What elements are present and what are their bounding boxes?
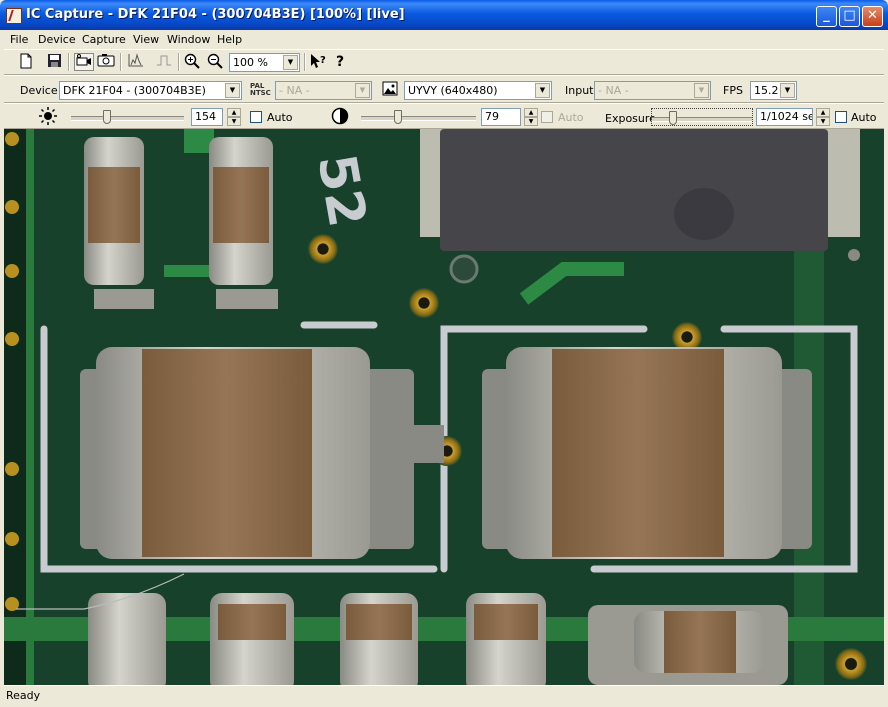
status-bar: Ready — [4, 685, 884, 704]
zoom-out-icon[interactable] — [205, 53, 225, 71]
contrast-auto-checkbox[interactable] — [541, 111, 553, 123]
menu-file[interactable]: File — [10, 33, 28, 46]
zoom-select[interactable]: 100 % ▼ — [229, 53, 300, 72]
brightness-value-field[interactable]: 154 — [191, 108, 223, 126]
menu-window[interactable]: Window — [167, 33, 210, 46]
menu-capture[interactable]: Capture — [82, 33, 126, 46]
video-norm-select[interactable]: - NA - ▼ — [275, 81, 372, 100]
video-format-value: UYVY (640x480) — [408, 84, 498, 97]
help-icon[interactable]: ? — [330, 53, 350, 71]
brightness-auto-checkbox[interactable] — [250, 111, 262, 123]
brightness-auto-label: Auto — [267, 111, 293, 124]
video-norm-value: - NA - — [279, 84, 310, 97]
maximize-button[interactable]: □ — [839, 6, 860, 27]
toolbar-separator — [178, 53, 180, 71]
zoom-in-icon[interactable] — [182, 53, 202, 71]
fps-label: FPS — [723, 84, 743, 97]
video-format-select[interactable]: UYVY (640x480) ▼ — [404, 81, 552, 100]
contrast-icon — [330, 107, 350, 125]
title-bar[interactable]: IC Capture - DFK 21F04 - (300704B3E) [10… — [0, 0, 888, 30]
brightness-slider[interactable] — [71, 108, 184, 126]
device-toolbar: Device DFK 21F04 - (300704B3E) ▼ PAL NTS… — [4, 75, 884, 103]
exposure-value-field[interactable]: 1/1024 sec — [756, 108, 813, 126]
device-select[interactable]: DFK 21F04 - (300704B3E) ▼ — [59, 81, 242, 100]
toolbar-separator — [304, 53, 306, 71]
exposure-label: Exposure — [605, 112, 656, 125]
video-norm-icon: PAL NTSC — [250, 83, 271, 97]
input-select[interactable]: - NA - ▼ — [594, 81, 711, 100]
live-video-icon[interactable] — [74, 53, 94, 71]
menu-bar: File Device Capture View Window Help — [4, 30, 884, 49]
live-video-display[interactable]: 52 — [4, 129, 884, 685]
chevron-down-icon[interactable]: ▼ — [694, 83, 709, 98]
chevron-down-icon[interactable]: ▼ — [355, 83, 370, 98]
input-label: Input — [565, 84, 594, 97]
slider-track — [71, 116, 184, 121]
contrast-value-field[interactable]: 79 — [481, 108, 521, 126]
slider-thumb[interactable] — [103, 110, 111, 124]
whats-this-help-icon[interactable]: ? — [308, 53, 328, 71]
exposure-slider[interactable] — [651, 108, 753, 126]
slider-thumb[interactable] — [669, 111, 677, 125]
contrast-auto-label: Auto — [558, 111, 584, 124]
main-toolbar: 100 % ▼ ? ? — [4, 49, 884, 75]
menu-device[interactable]: Device — [38, 33, 76, 46]
brightness-icon — [38, 107, 58, 125]
device-value: DFK 21F04 - (300704B3E) — [63, 84, 206, 97]
trigger-icon[interactable] — [154, 53, 174, 71]
snap-image-icon[interactable] — [96, 53, 116, 71]
contrast-spinner[interactable]: ▲ ▼ — [524, 108, 538, 126]
menu-help[interactable]: Help — [217, 33, 242, 46]
app-icon[interactable] — [6, 8, 22, 24]
property-toolbar: 154 ▲ ▼ Auto 79 ▲ ▼ Auto Exposure 1/1024 s… — [4, 103, 884, 129]
svg-text:?: ? — [320, 55, 326, 66]
contrast-slider[interactable] — [361, 108, 476, 126]
slider-track — [361, 116, 476, 121]
chevron-down-icon[interactable]: ▼ — [780, 83, 795, 98]
pcb-camera-image: 52 — [4, 129, 884, 685]
menu-view[interactable]: View — [133, 33, 159, 46]
video-format-icon — [380, 81, 400, 99]
main-window: IC Capture - DFK 21F04 - (300704B3E) [10… — [0, 0, 888, 707]
slider-track — [652, 117, 752, 122]
board-silkscreen-label: 52 — [305, 150, 377, 232]
close-button[interactable]: ✕ — [862, 6, 883, 27]
slider-thumb[interactable] — [394, 110, 402, 124]
zoom-value: 100 % — [233, 56, 268, 69]
ntsc-text: NTSC — [250, 89, 271, 97]
svg-text:?: ? — [336, 54, 344, 69]
input-value: - NA - — [598, 84, 629, 97]
brightness-spinner[interactable]: ▲ ▼ — [227, 108, 241, 126]
new-file-icon[interactable] — [16, 53, 36, 71]
fps-select[interactable]: 15.2 ▼ — [750, 81, 797, 100]
window-title: IC Capture - DFK 21F04 - (300704B3E) [10… — [26, 7, 405, 22]
chevron-down-icon[interactable]: ▼ — [225, 83, 240, 98]
chevron-down-icon[interactable]: ▼ — [535, 83, 550, 98]
exposure-spinner[interactable]: ▲ ▼ — [816, 108, 830, 126]
exposure-auto-label: Auto — [851, 111, 877, 124]
fps-value: 15.2 — [754, 84, 779, 97]
toolbar-separator — [68, 53, 70, 71]
histogram-icon[interactable] — [126, 53, 146, 71]
chevron-down-icon[interactable]: ▼ — [283, 55, 298, 70]
minimize-button[interactable]: _ — [816, 6, 837, 27]
status-text: Ready — [6, 689, 41, 702]
save-icon[interactable] — [44, 53, 64, 71]
exposure-auto-checkbox[interactable] — [835, 111, 847, 123]
toolbar-separator — [120, 53, 122, 71]
device-label: Device — [20, 84, 58, 97]
